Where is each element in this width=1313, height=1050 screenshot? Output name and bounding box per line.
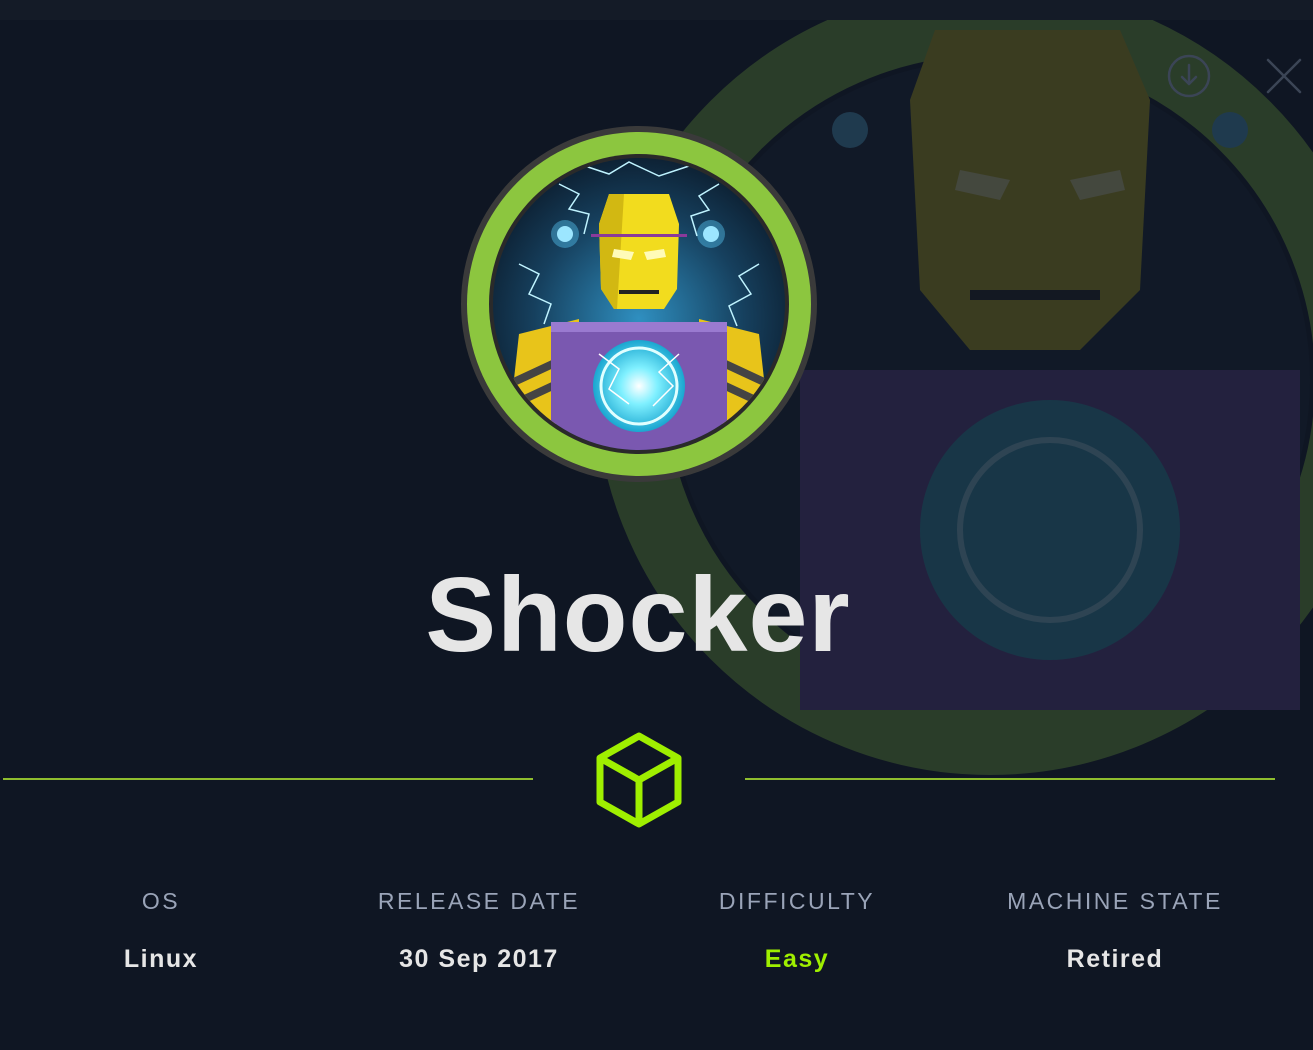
machine-title: Shocker: [425, 556, 851, 674]
download-circle-icon: [1167, 54, 1211, 98]
machine-state-value: Retired: [1066, 945, 1164, 973]
difficulty-label: DIFFICULTY: [718, 888, 876, 914]
top-strip: [0, 0, 1313, 20]
divider-right: [745, 778, 1275, 780]
difficulty-value: Easy: [764, 945, 830, 973]
machine-state-label: MACHINE STATE: [1007, 888, 1223, 914]
os-info: OS Linux: [1, 888, 321, 974]
machine-state-info: MACHINE STATE Retired: [955, 888, 1275, 974]
close-button[interactable]: [1260, 52, 1308, 100]
difficulty-info: DIFFICULTY Easy: [637, 888, 957, 974]
download-button[interactable]: [1165, 52, 1213, 100]
release-date-info: RELEASE DATE 30 Sep 2017: [319, 888, 639, 974]
close-icon: [1266, 58, 1302, 94]
cube-icon: [592, 730, 686, 830]
os-label: OS: [141, 888, 181, 914]
divider-left: [3, 778, 533, 780]
release-date-value: 30 Sep 2017: [399, 945, 559, 973]
machine-avatar: [459, 124, 819, 484]
release-date-label: RELEASE DATE: [377, 888, 581, 914]
os-value: Linux: [123, 945, 199, 973]
